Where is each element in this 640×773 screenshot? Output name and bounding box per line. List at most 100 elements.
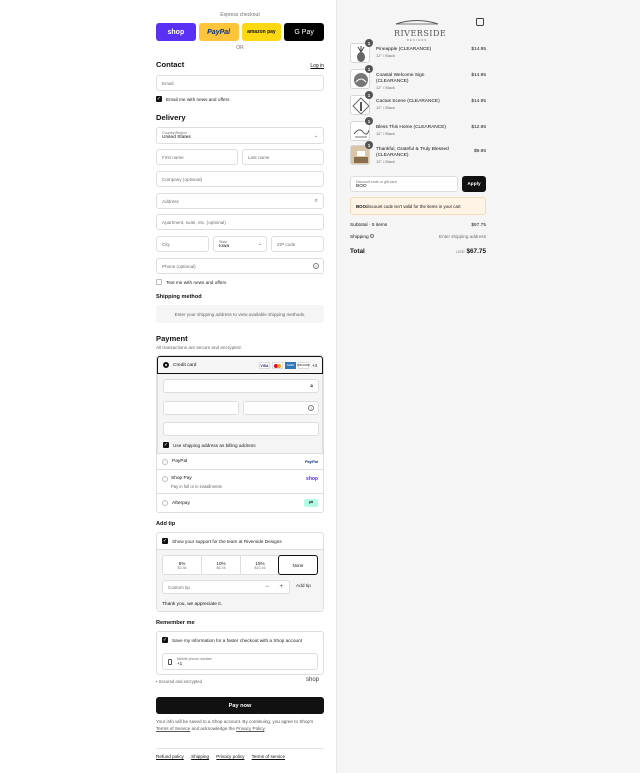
payment-heading: Payment [156, 334, 188, 343]
text-news-checkbox[interactable]: Text me with news and offers [156, 279, 226, 285]
currency-label: USD [456, 250, 465, 254]
item-variant: 12" / Black [376, 159, 395, 165]
apply-button[interactable]: Apply [462, 176, 486, 192]
help-icon[interactable]: ? [308, 405, 314, 411]
address-placeholder: Address [162, 198, 179, 204]
paypal-logo-icon: PayPal [304, 459, 318, 464]
billing-address-checkbox[interactable]: ✓ Use shipping address as billing addres… [163, 442, 256, 448]
cart-bag-icon[interactable] [476, 18, 484, 26]
text-news-label: Text me with news and offers [166, 279, 227, 285]
total-label: Total [350, 248, 365, 255]
mobile-phone-field[interactable]: Mobile phone number +1 [162, 653, 318, 670]
store-logo[interactable]: RIVERSIDE DESIGNS [394, 12, 446, 42]
shop-pay-option[interactable]: Shop Pay Pay in full or in installments … [157, 469, 323, 493]
address-field[interactable]: Address ⌕ [156, 193, 324, 209]
tip-support-checkbox[interactable]: ✓ Show your support for the team at Rive… [162, 538, 282, 544]
pay-now-button[interactable]: Pay now [156, 697, 324, 714]
paypal-button[interactable]: PayPal [198, 23, 239, 41]
tip-thanks: Thank you, we appreciate it. [162, 602, 222, 607]
tip-option-10[interactable]: 10% $6.78 [202, 556, 241, 574]
discount-field[interactable]: Discount code or gift card BOO [350, 176, 458, 192]
checkbox-icon: ✓ [162, 636, 168, 643]
help-icon[interactable]: ? [313, 263, 319, 269]
tip-amt: $6.78 [216, 565, 226, 570]
subtotal-value: $67.75 [471, 223, 486, 228]
tip-pct: None [292, 562, 304, 568]
email-news-label: Email me with news and offers [166, 96, 230, 102]
consent-suffix: . [264, 725, 266, 731]
delivery-heading: Delivery [156, 113, 186, 122]
item-variant: 12" / Black [376, 85, 395, 91]
phone-field[interactable]: Phone (optional) ? [156, 258, 324, 274]
privacy-policy-link[interactable]: Privacy policy [216, 754, 244, 759]
paypal-option[interactable]: PayPal PayPal [157, 453, 323, 469]
item-name: Thankful, Grateful & Truly Blessed (CLEA… [376, 147, 449, 159]
minus-icon[interactable]: − [265, 584, 269, 590]
expiry-field[interactable] [163, 401, 239, 415]
save-info-checkbox[interactable]: ✓ Save my information for a faster check… [162, 637, 302, 643]
tip-amt: $3.36 [177, 565, 187, 570]
custom-tip-field[interactable]: Custom tip − + [162, 580, 290, 594]
google-pay-button[interactable]: G Pay [284, 23, 324, 41]
login-link[interactable]: Log in [300, 63, 324, 69]
shipping-method-heading: Shipping method [156, 294, 202, 300]
tip-option-none[interactable]: None [278, 555, 318, 575]
secure-label: Secured and encrypted [158, 679, 202, 684]
radio-icon [162, 476, 168, 482]
last-name-field[interactable]: Last name [242, 149, 324, 165]
item-variant: 12" / Black [376, 53, 395, 59]
refund-policy-link[interactable]: Refund policy [156, 754, 184, 759]
cardholder-name-field[interactable] [163, 422, 319, 436]
card-fields: 🔒︎ ? ✓ Use shipping address as billing a… [157, 374, 323, 453]
amazon-pay-button[interactable]: amazon pay [241, 23, 282, 41]
billing-address-label: Use shipping address as billing address [173, 442, 256, 448]
footer-links: Refund policy Shipping Privacy policy Te… [156, 754, 291, 759]
cart-item: 1 Thankful, Grateful & Truly Blessed (CL… [350, 141, 486, 171]
item-price: $9.95 [473, 149, 486, 154]
plus-icon[interactable]: + [279, 584, 283, 590]
shop-pay-button[interactable]: shop [156, 23, 196, 41]
checkout-form: Express checkout shop PayPal amazon pay … [0, 0, 336, 773]
security-code-field[interactable]: ? [243, 401, 319, 415]
tip-section: ✓ Show your support for the team at Rive… [156, 532, 324, 612]
or-divider: OR [236, 45, 244, 51]
checkbox-icon [156, 279, 162, 285]
company-field[interactable]: Company (optional) [156, 171, 324, 187]
tip-option-15[interactable]: 15% $10.16 [241, 556, 279, 574]
state-select[interactable]: State Iowa ⌄ [213, 236, 267, 252]
subtotal-label: Subtotal · 5 items [350, 223, 388, 228]
shipping-link[interactable]: Shipping [191, 754, 209, 759]
help-icon[interactable] [370, 234, 375, 238]
first-name-field[interactable]: First name [156, 149, 238, 165]
terms-of-service-link[interactable]: Terms of service [252, 754, 285, 759]
tip-option-5[interactable]: 5% $3.36 [163, 556, 202, 574]
credit-card-option[interactable]: Credit card VISA AMEX DISCOVER +4 [157, 356, 323, 374]
shipping-value: Enter shipping address [439, 234, 486, 239]
privacy-link[interactable]: Privacy Policy [236, 726, 264, 731]
tip-support-label: Show your support for the team at Rivers… [172, 538, 282, 544]
checkbox-icon: ✓ [156, 95, 162, 102]
add-tip-button[interactable]: Add tip [296, 584, 311, 589]
apartment-field[interactable]: Apartment, suite, etc. (optional) [156, 214, 324, 230]
email-field[interactable]: Email [156, 75, 324, 91]
qty-badge: 1 [365, 141, 373, 149]
payment-methods: Credit card VISA AMEX DISCOVER +4 🔒︎ ? ✓… [156, 355, 324, 513]
email-news-checkbox[interactable]: ✓ Email me with news and offers [156, 96, 229, 102]
state-value: Iowa [219, 243, 230, 249]
city-field[interactable]: City [156, 236, 209, 252]
country-select[interactable]: Country/Region United States ⌄ [156, 127, 324, 144]
zip-field[interactable]: ZIP code [271, 236, 324, 252]
bridge-icon [395, 20, 439, 25]
terms-link[interactable]: Terms of Service [156, 726, 190, 731]
shipping-message: Enter your shipping address to view avai… [156, 305, 324, 323]
checkbox-icon: ✓ [162, 537, 168, 544]
tip-options: 5% $3.36 10% $6.78 15% $10.16 None [162, 555, 318, 575]
item-name: Bless This Home (CLEARANCE) [376, 125, 447, 130]
afterpay-option[interactable]: Afterpay ⇄ [157, 493, 323, 512]
item-price: $14.95 [471, 47, 486, 52]
consent-prefix: Your info will be saved to a Shop accoun… [156, 719, 314, 724]
shop-pay-sub: Pay in full or in installments [171, 484, 222, 489]
cart-item: 1 Coastal Welcome Sign (CLEARANCE) 12" / … [350, 65, 486, 91]
card-number-field[interactable]: 🔒︎ [163, 379, 319, 393]
store-tagline: DESIGNS [406, 38, 428, 42]
